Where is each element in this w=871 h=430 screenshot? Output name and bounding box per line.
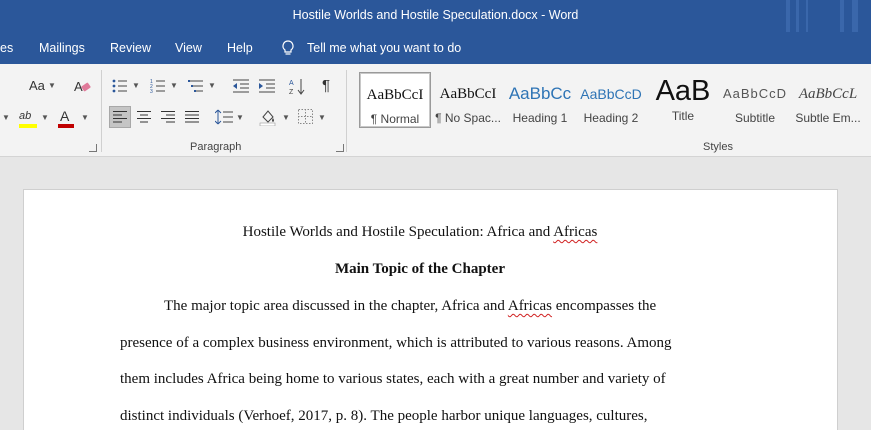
font-color-swatch xyxy=(58,124,74,128)
chevron-down-icon[interactable]: ▼ xyxy=(170,78,178,94)
svg-text:3: 3 xyxy=(150,89,153,94)
increase-indent-icon[interactable] xyxy=(258,78,276,94)
style-sample: AaBbCc xyxy=(508,84,572,103)
chevron-down-icon[interactable]: ▼ xyxy=(132,78,140,94)
style-name: ¶ No Spac... xyxy=(435,111,501,125)
title-bar: Hostile Worlds and Hostile Speculation.d… xyxy=(0,0,871,32)
window-title: Hostile Worlds and Hostile Speculation.d… xyxy=(292,8,579,22)
group-separator xyxy=(346,70,347,152)
style-normal[interactable]: AaBbCcI ¶ Normal xyxy=(359,72,431,128)
style-sample: AaBbCcL xyxy=(798,86,858,102)
style-heading-1[interactable]: AaBbCc Heading 1 xyxy=(505,72,575,128)
decrease-indent-icon[interactable] xyxy=(232,78,250,94)
ribbon: Aa ▼ A ▼ ab ▼ A ▼ ▼ 123 ▼ ▼ AZ ¶ ▼ ▼ ▼ P… xyxy=(0,64,871,157)
highlight-color-swatch xyxy=(19,124,37,128)
style-name: Subtitle xyxy=(734,111,776,125)
document-page[interactable]: Hostile Worlds and Hostile Speculation: … xyxy=(23,189,838,430)
tab-mailings[interactable]: Mailings xyxy=(39,41,85,55)
chevron-down-icon[interactable]: ▼ xyxy=(81,110,89,126)
style-name: Title xyxy=(671,109,695,123)
style-subtitle[interactable]: AaBbCcD Subtitle xyxy=(720,72,790,128)
style-subtle-emphasis[interactable]: AaBbCcL Subtle Em... xyxy=(791,72,865,128)
paragraph-line[interactable]: them includes Africa being home to vario… xyxy=(120,371,666,388)
style-name: Subtle Em... xyxy=(795,111,861,125)
align-right-icon[interactable] xyxy=(161,110,175,124)
line-spacing-icon[interactable] xyxy=(215,109,233,125)
svg-text:Z: Z xyxy=(289,89,294,95)
align-left-icon xyxy=(113,111,127,123)
paragraph-line[interactable]: distinct individuals (Verhoef, 2017, p. … xyxy=(120,408,648,425)
sort-icon[interactable]: AZ xyxy=(289,77,305,95)
spelling-error[interactable]: Africas xyxy=(553,224,597,240)
justify-icon[interactable] xyxy=(185,110,199,124)
tab-references[interactable]: es xyxy=(0,41,13,55)
multilevel-list-icon[interactable] xyxy=(188,78,204,94)
style-sample: AaBbCcI xyxy=(366,87,424,103)
style-sample: AaBbCcI xyxy=(439,86,497,102)
chevron-down-icon[interactable]: ▼ xyxy=(318,110,326,126)
paragraph-dialog-launcher-icon[interactable] xyxy=(336,144,344,152)
chevron-down-icon[interactable]: ▼ xyxy=(208,78,216,94)
numbering-icon[interactable]: 123 xyxy=(150,78,166,94)
chevron-down-icon[interactable]: ▼ xyxy=(236,110,244,126)
paragraph-line[interactable]: The major topic area discussed in the ch… xyxy=(164,298,656,315)
styles-group-label: Styles xyxy=(703,141,733,153)
chevron-down-icon[interactable]: ▼ xyxy=(41,110,49,126)
align-center-icon[interactable] xyxy=(137,110,151,124)
bullets-icon[interactable] xyxy=(112,78,128,94)
section-heading[interactable]: Main Topic of the Chapter xyxy=(120,261,720,278)
chevron-down-icon[interactable]: ▼ xyxy=(48,78,56,94)
svg-text:A: A xyxy=(289,80,294,87)
ribbon-tabs: es Mailings Review View Help Tell me wha… xyxy=(0,32,871,64)
chevron-down-icon[interactable]: ▼ xyxy=(282,110,290,126)
title-text: Hostile Worlds and Hostile Speculation: … xyxy=(242,224,554,240)
clear-formatting-icon[interactable]: A xyxy=(74,78,92,94)
font-color-icon[interactable]: A xyxy=(60,108,69,124)
style-name: Heading 2 xyxy=(583,111,639,125)
paragraph-group-label: Paragraph xyxy=(190,141,242,153)
tell-me-search[interactable]: Tell me what you want to do xyxy=(307,41,461,55)
style-sample: AaB xyxy=(655,76,711,106)
tab-help[interactable]: Help xyxy=(227,41,253,55)
lightbulb-icon xyxy=(282,40,294,55)
highlight-icon[interactable]: ab xyxy=(19,108,31,124)
style-name: Heading 1 xyxy=(512,111,568,125)
borders-icon[interactable] xyxy=(298,109,313,124)
style-title[interactable]: AaB Title xyxy=(647,72,719,128)
paragraph-line[interactable]: presence of a complex business environme… xyxy=(120,335,672,352)
font-dialog-launcher-icon[interactable] xyxy=(89,144,97,152)
style-sample: AaBbCcD xyxy=(580,86,642,102)
document-title[interactable]: Hostile Worlds and Hostile Speculation: … xyxy=(120,224,720,241)
document-canvas[interactable]: Hostile Worlds and Hostile Speculation: … xyxy=(0,157,871,430)
group-separator xyxy=(101,70,102,152)
tab-view[interactable]: View xyxy=(175,41,202,55)
tab-review[interactable]: Review xyxy=(110,41,151,55)
chevron-down-icon[interactable]: ▼ xyxy=(2,110,10,126)
style-name: ¶ Normal xyxy=(370,112,420,126)
body-text: The major topic area discussed in the ch… xyxy=(164,298,508,314)
body-text: encompasses the xyxy=(552,298,657,314)
pilcrow-icon[interactable]: ¶ xyxy=(322,78,330,94)
spelling-error[interactable]: Africas xyxy=(508,298,552,314)
style-no-spacing[interactable]: AaBbCcI ¶ No Spac... xyxy=(432,72,504,128)
shading-icon[interactable] xyxy=(259,108,277,126)
style-heading-2[interactable]: AaBbCcD Heading 2 xyxy=(576,72,646,128)
font-size-icon[interactable]: Aa xyxy=(29,78,45,94)
style-sample: AaBbCcD xyxy=(722,86,788,101)
